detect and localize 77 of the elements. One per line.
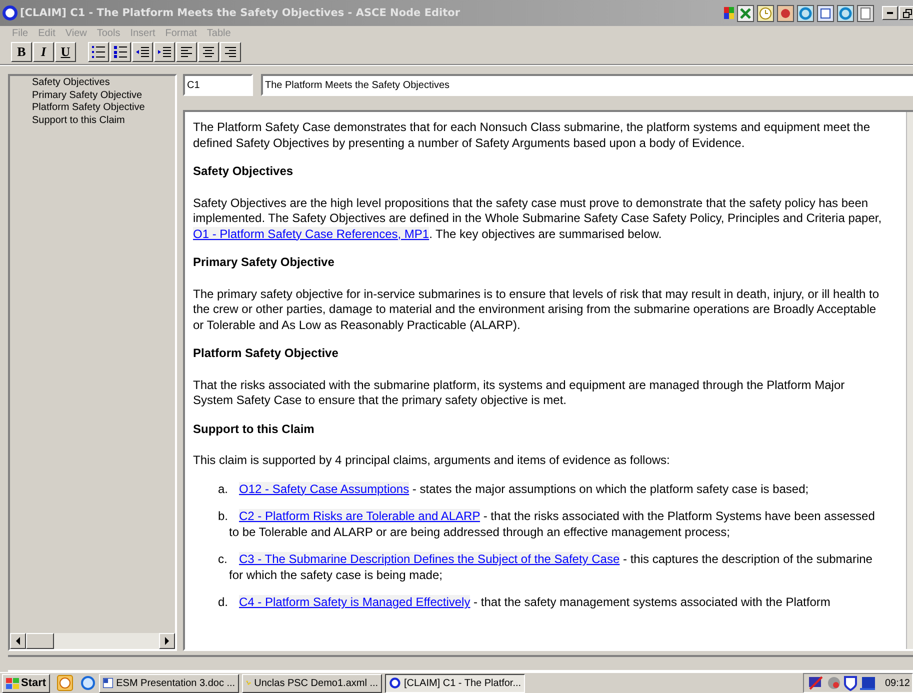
link[interactable]: O12 - Safety Case Assumptions bbox=[239, 482, 410, 496]
paragraph: That the risks associated with the submarine platform, its systems and equipment are managed through the Platform Major System Safety Case to ensure that the primary safety objective is met. bbox=[193, 378, 846, 408]
list-item: C4 - Platform Safety is Managed Effectively - that the safety management systems associated with the Platform bbox=[238, 595, 832, 610]
notepad-icon[interactable] bbox=[857, 4, 874, 22]
clock-icon[interactable] bbox=[757, 4, 774, 22]
format-button[interactable]: B bbox=[11, 42, 32, 62]
list-marker: a. bbox=[218, 482, 228, 497]
bullet-list-button[interactable] bbox=[110, 42, 131, 62]
restore-button[interactable] bbox=[899, 6, 913, 20]
start-button[interactable]: Start bbox=[2, 674, 50, 692]
globe-icon[interactable] bbox=[837, 4, 854, 22]
outdent-icon bbox=[136, 46, 149, 58]
numbered-list-icon bbox=[92, 46, 105, 58]
spreadsheet-icon[interactable] bbox=[737, 4, 754, 22]
list-item: C2 - Platform Risks are Tolerable and ALARP - that the risks associated with the Platform Systems have been assessed to be Tolerable and ALARP or are being addressed through an effective management process; bbox=[229, 509, 876, 540]
paragraph: This claim is supported by 4 principal claims, arguments and items of evidence as follows: bbox=[193, 453, 671, 468]
outline-item[interactable]: Primary Safety Objective bbox=[32, 90, 175, 102]
list-item: C3 - The Submarine Description Defines the Subject of the Safety Case - this captures the description of the submarine for which the safety case is being made; bbox=[229, 552, 874, 583]
horizontal-scrollbar[interactable] bbox=[10, 633, 175, 649]
windows-flag-icon bbox=[6, 678, 19, 688]
align-right-button[interactable] bbox=[220, 42, 241, 62]
grid-icon[interactable] bbox=[724, 6, 734, 20]
outline-item[interactable]: Safety Objectives bbox=[32, 77, 175, 90]
section-heading: Primary Safety Objective bbox=[193, 255, 336, 270]
right-arrow-icon bbox=[165, 637, 169, 645]
align-right-icon bbox=[225, 47, 236, 57]
list-item: O12 - Safety Case Assumptions - states the major assumptions on which the platform safety case is based; bbox=[238, 482, 810, 497]
paragraph: Safety Objectives are the high level propositions that the safety case must prove to demonstrate that the safety policy has been implemented. The Safety Objectives are defined in the Whole Submarine Safety Case Safety Policy, Principles and Criteria paper, O1 - Platform Safety Case References, MP1. The key objectives are summarised below. bbox=[193, 196, 883, 242]
minimize-icon bbox=[887, 12, 893, 14]
outline-item[interactable]: Support to this Claim bbox=[32, 114, 175, 127]
restore-icon bbox=[902, 8, 912, 18]
taskbar-button[interactable]: Unclas PSC Demo1.axml ... bbox=[242, 674, 382, 692]
monitor-icon bbox=[860, 676, 876, 690]
section-heading: Support to this Claim bbox=[193, 422, 316, 437]
align-center-button[interactable] bbox=[198, 42, 219, 62]
list-marker: c. bbox=[218, 552, 228, 568]
globe-icon[interactable] bbox=[797, 4, 814, 22]
link[interactable]: O1 - Platform Safety Case References, MP1 bbox=[193, 226, 430, 240]
paragraph: The primary safety objective for in-service submarines is to ensure that levels of risk that may result in death, injury, or ill health to the crew or other parties, damage to material and the environment arising from the submarine operations are Broadly Acceptable or Tolerable and As Low as Reasonably Practicable (ALARP). bbox=[193, 286, 880, 333]
chart-icon[interactable] bbox=[777, 4, 794, 22]
node-id-field[interactable]: C1 bbox=[183, 74, 253, 96]
left-arrow-icon bbox=[16, 637, 20, 645]
indent-icon bbox=[158, 46, 171, 58]
node-title-field[interactable]: The Platform Meets the Safety Objectives bbox=[261, 74, 913, 96]
numbered-list-button[interactable] bbox=[88, 42, 109, 62]
list-marker: b. bbox=[218, 509, 228, 524]
clock: 09:12 bbox=[884, 678, 910, 688]
link[interactable]: C3 - The Submarine Description Defines the Subject of the Safety Case bbox=[239, 552, 620, 566]
window-title: [CLAIM] C1 - The Platform Meets the Safety Objectives - ASCE Node Editor bbox=[20, 7, 462, 19]
paragraph: The Platform Safety Case demonstrates that for each Nonsuch Class submarine, the platform systems and equipment meet the defined Safety Objectives by presenting a number of Safety Arguments based upon a body of Evidence. bbox=[193, 120, 871, 151]
network-icon bbox=[808, 675, 824, 691]
taskbar-button[interactable]: ESM Presentation 3.doc ... bbox=[99, 674, 240, 692]
document-icon bbox=[103, 676, 114, 690]
align-center-icon bbox=[203, 47, 214, 57]
align-left-button[interactable] bbox=[176, 42, 197, 62]
list-marker: d. bbox=[218, 595, 228, 610]
link[interactable]: C4 - Platform Safety is Managed Effectively bbox=[239, 595, 470, 609]
outline-item[interactable]: Platform Safety Objective bbox=[32, 102, 175, 114]
taskbar-button[interactable]: [CLAIM] C1 - The Platfor... bbox=[385, 674, 526, 692]
bullet-list-icon bbox=[114, 46, 127, 58]
vertical-scrollbar[interactable] bbox=[906, 112, 913, 649]
format-button[interactable]: I bbox=[33, 42, 54, 62]
clock-icon[interactable] bbox=[57, 675, 74, 691]
section-heading: Safety Objectives bbox=[193, 164, 294, 180]
ring-icon bbox=[389, 676, 401, 690]
shield-icon bbox=[844, 676, 857, 690]
outdent-button[interactable] bbox=[132, 42, 153, 62]
section-heading: Platform Safety Objective bbox=[193, 346, 340, 362]
align-left-icon bbox=[181, 47, 192, 57]
disc-icon bbox=[826, 676, 841, 690]
format-button[interactable]: U bbox=[55, 42, 76, 62]
globe-icon[interactable] bbox=[80, 675, 96, 691]
ring-icon bbox=[2, 5, 18, 21]
link[interactable]: C2 - Platform Risks are Tolerable and ALARP bbox=[239, 509, 480, 523]
minimize-button[interactable] bbox=[882, 6, 898, 20]
document-icon[interactable] bbox=[817, 4, 834, 22]
indent-button[interactable] bbox=[154, 42, 175, 62]
